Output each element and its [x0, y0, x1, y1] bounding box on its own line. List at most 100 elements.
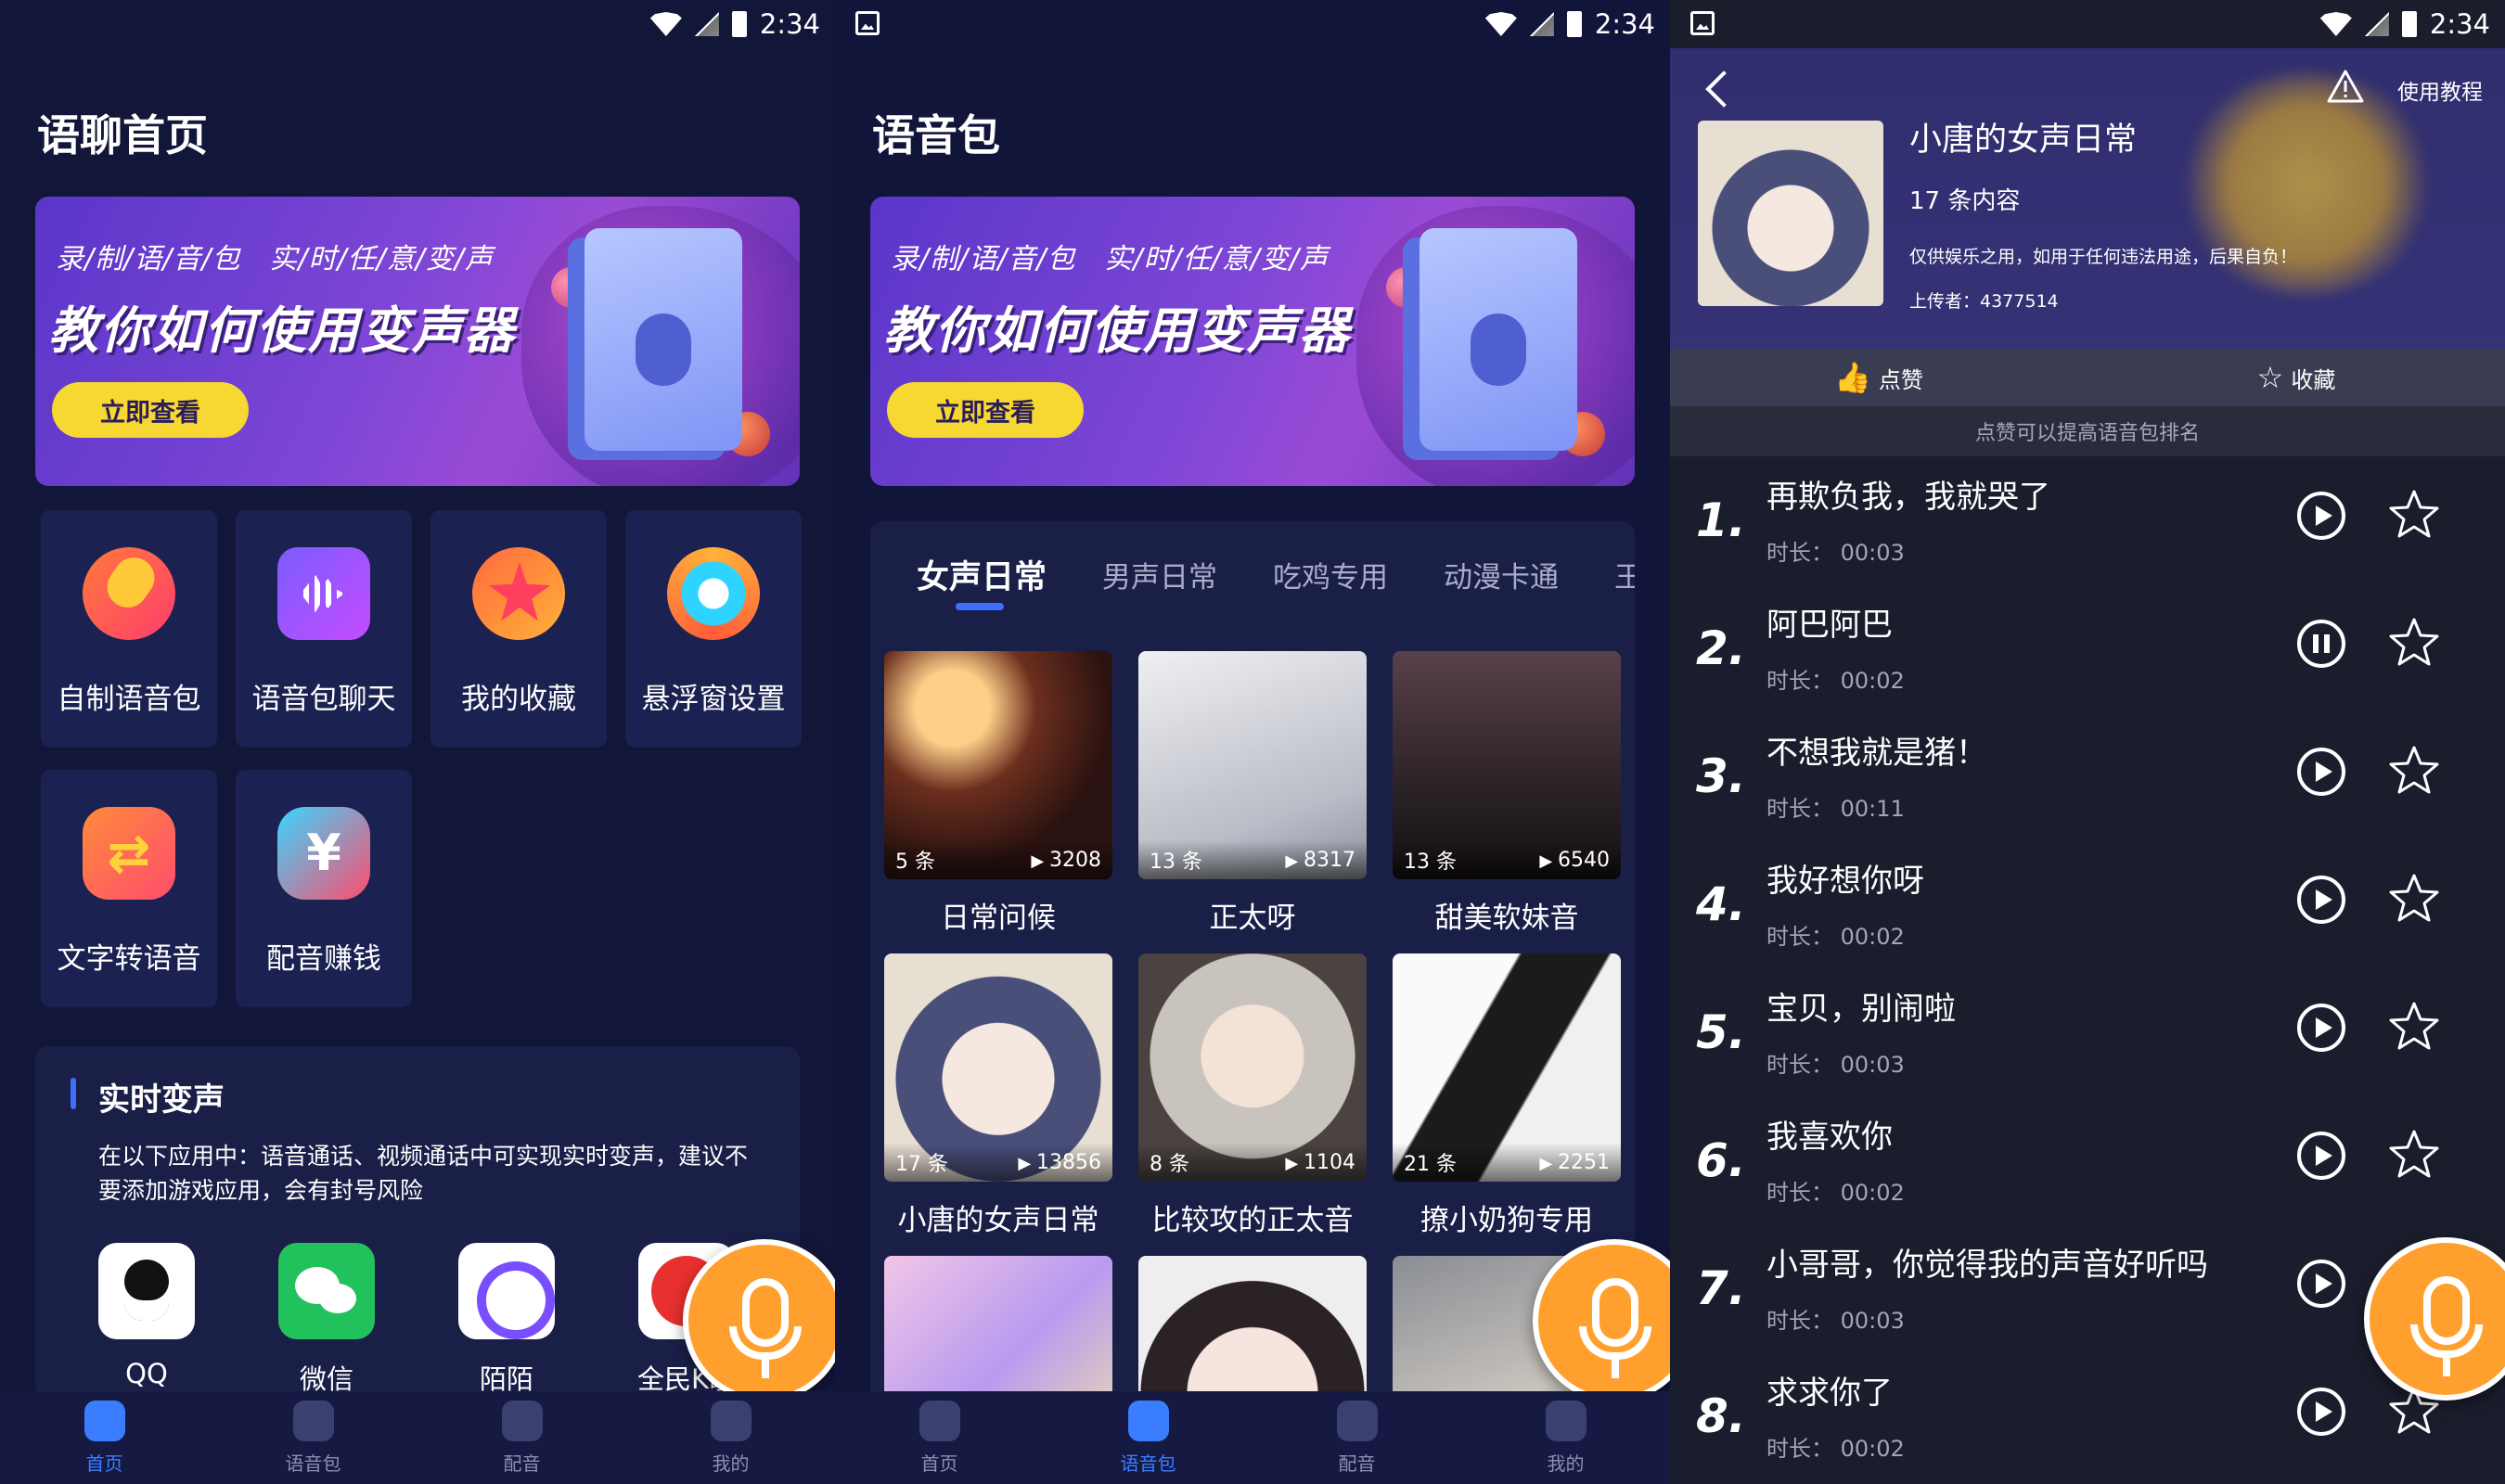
- tab-mine[interactable]: 我的: [626, 1391, 835, 1484]
- status-bar: 2:34: [1670, 0, 2505, 48]
- play-icon[interactable]: [2297, 748, 2345, 796]
- tab-female-daily[interactable]: 女声日常: [917, 551, 1047, 598]
- tab-home[interactable]: 首页: [835, 1391, 1044, 1484]
- voice-pack-card[interactable]: 8 条 1104 比较攻的正太音: [1138, 953, 1367, 1238]
- tab-mine[interactable]: 我的: [1461, 1391, 1670, 1484]
- voice-wave-icon: [277, 547, 370, 640]
- tile-text-to-speech[interactable]: 文字转语音: [41, 770, 217, 1007]
- app-wechat[interactable]: 微信: [276, 1243, 377, 1397]
- voice-pack-card[interactable]: 13 条 6540 甜美软妹音: [1393, 651, 1621, 936]
- play-icon[interactable]: [2297, 1260, 2345, 1308]
- tile-label: 文字转语音: [57, 942, 201, 976]
- voice-list-item[interactable]: 2. 阿巴阿巴 时长： 00:02: [1670, 584, 2505, 712]
- view-now-button[interactable]: 立即查看: [52, 382, 249, 438]
- favorite-button[interactable]: ☆ 收藏: [2088, 349, 2505, 406]
- ranking-hint: 点赞可以提高语音包排名: [1670, 406, 2505, 456]
- play-icon[interactable]: [2297, 1004, 2345, 1052]
- tile-voice-pack-chat[interactable]: 语音包聊天: [236, 510, 412, 748]
- thumbs-up-icon: 👍: [1834, 360, 1871, 395]
- play-icon[interactable]: [2297, 876, 2345, 924]
- user-icon: [710, 1401, 752, 1441]
- item-number: 4.: [1696, 877, 1746, 931]
- item-number: 7.: [1696, 1261, 1746, 1315]
- pack-cover-image: 8 条 1104: [1138, 953, 1367, 1182]
- screens: 2:34 语聊首页 录/制/语/音/包 实/时/任/意/变/声 教你如何使用变声…: [0, 0, 2505, 1484]
- star-icon: [472, 547, 565, 640]
- play-icon[interactable]: [2297, 1388, 2345, 1436]
- voice-duration: 时长： 00:03: [1766, 1052, 1905, 1078]
- voice-pack-card[interactable]: 21 条 2251 撩小奶狗专用: [1393, 953, 1621, 1238]
- bottom-tab-bar: 首页 语音包 配音 我的: [0, 1391, 835, 1484]
- view-now-button[interactable]: 立即查看: [887, 382, 1084, 438]
- item-count: 5 条: [895, 851, 935, 874]
- wifi-icon: [649, 12, 682, 36]
- voice-list-item[interactable]: 3. 不想我就是猪！ 时长： 00:11: [1670, 712, 2505, 840]
- category-panel: 女声日常 男声日常 吃鸡专用 动漫卡通 王者 5 条 3208 日常问候 13 条…: [870, 521, 1635, 1484]
- status-time: 2:34: [759, 8, 820, 40]
- star-icon[interactable]: [2388, 744, 2440, 796]
- tab-home[interactable]: 首页: [0, 1391, 209, 1484]
- warning-icon[interactable]: [2327, 69, 2364, 104]
- wifi-icon: [1484, 12, 1517, 36]
- voice-pack-card[interactable]: 13 条 8317 正太呀: [1138, 651, 1367, 936]
- pack-cover-image: 17 条 13856: [884, 953, 1112, 1182]
- voice-list-item[interactable]: 1. 再欺负我，我就哭了 时长： 00:03: [1670, 456, 2505, 584]
- star-icon[interactable]: [2388, 1128, 2440, 1180]
- tile-my-favorites[interactable]: 我的收藏: [430, 510, 607, 748]
- tab-voice-pack[interactable]: 语音包: [209, 1391, 418, 1484]
- tile-custom-voice-pack[interactable]: 自制语音包: [41, 510, 217, 748]
- pack-name: 甜美软妹音: [1434, 902, 1579, 935]
- voice-pack-detail-screen: 2:34 使用教程 小唐的女声日常 17 条内容 仅供娱乐之用，如用于任何违法用…: [1670, 0, 2505, 1484]
- voice-duration: 时长： 00:11: [1766, 796, 1905, 822]
- microphone-icon: [83, 547, 175, 640]
- section-description: 在以下应用中：语音通话、视频通话中可实现实时变声，建议不要添加游戏应用，会有封号…: [98, 1143, 749, 1204]
- voice-list-item[interactable]: 6. 我喜欢你 时长： 00:02: [1670, 1096, 2505, 1224]
- back-arrow-icon[interactable]: [1705, 70, 1742, 108]
- battery-icon: [731, 11, 747, 37]
- tab-male-daily[interactable]: 男声日常: [1102, 554, 1217, 595]
- play-icon[interactable]: [2297, 1132, 2345, 1180]
- home-screen: 2:34 语聊首页 录/制/语/音/包 实/时/任/意/变/声 教你如何使用变声…: [0, 0, 835, 1484]
- tile-label: 我的收藏: [461, 683, 576, 716]
- tutorial-banner[interactable]: 录/制/语/音/包 实/时/任/意/变/声 教你如何使用变声器 立即查看: [870, 197, 1635, 486]
- pause-icon[interactable]: [2297, 620, 2345, 668]
- tile-dubbing-earn-money[interactable]: 配音赚钱: [236, 770, 412, 1007]
- app-qq[interactable]: QQ: [96, 1243, 197, 1389]
- section-title: 实时变声: [98, 1081, 225, 1119]
- voice-list-item[interactable]: 5. 宝贝，别闹啦 时长： 00:03: [1670, 968, 2505, 1096]
- tab-honor-of-kings[interactable]: 王者: [1614, 554, 1635, 595]
- tab-pubg[interactable]: 吃鸡专用: [1273, 554, 1388, 595]
- status-time: 2:34: [1594, 8, 1655, 40]
- voice-pack-card[interactable]: 5 条 3208 日常问候: [884, 651, 1112, 936]
- tab-anime[interactable]: 动漫卡通: [1444, 554, 1559, 595]
- pack-title: 小唐的女声日常: [1909, 122, 2138, 159]
- star-icon[interactable]: [2388, 488, 2440, 540]
- battery-icon: [2401, 11, 2417, 37]
- star-icon[interactable]: [2388, 616, 2440, 668]
- like-button[interactable]: 👍 点赞: [1670, 349, 2088, 406]
- voice-list-item[interactable]: 8. 求求你了 时长： 00:02: [1670, 1352, 2505, 1480]
- star-icon[interactable]: [2388, 1000, 2440, 1052]
- voice-pack-card[interactable]: 17 条 13856 小唐的女声日常: [884, 953, 1112, 1238]
- tab-dubbing[interactable]: 配音: [1252, 1391, 1461, 1484]
- item-count: 13 条: [1404, 851, 1457, 874]
- app-momo[interactable]: 陌陌: [456, 1243, 557, 1397]
- voice-list-item[interactable]: 4. 我好想你呀 时长： 00:02: [1670, 840, 2505, 968]
- favorite-label: 收藏: [2291, 366, 2336, 393]
- star-icon[interactable]: [2388, 872, 2440, 924]
- voice-pack-screen: 2:34 语音包 录/制/语/音/包 实/时/任/意/变/声 教你如何使用变声器…: [835, 0, 1670, 1484]
- floating-mic-button[interactable]: [683, 1239, 835, 1402]
- tutorial-banner[interactable]: 录/制/语/音/包 实/时/任/意/变/声 教你如何使用变声器 立即查看: [35, 197, 800, 486]
- play-count: 6540: [1539, 849, 1610, 872]
- pack-name: 比较攻的正太音: [1151, 1204, 1354, 1237]
- tutorial-link[interactable]: 使用教程: [2397, 74, 2483, 106]
- banner-headline: 教你如何使用变声器: [883, 301, 1351, 360]
- tab-dubbing[interactable]: 配音: [418, 1391, 626, 1484]
- play-icon[interactable]: [2297, 492, 2345, 540]
- voice-name: 宝贝，别闹啦: [1766, 991, 1956, 1028]
- voice-duration: 时长： 00:02: [1766, 668, 1905, 694]
- play-count: 13856: [1018, 1151, 1101, 1174]
- tab-voice-pack[interactable]: 语音包: [1044, 1391, 1252, 1484]
- pack-name: 日常问候: [941, 902, 1056, 935]
- tile-floating-window-settings[interactable]: 悬浮窗设置: [625, 510, 802, 748]
